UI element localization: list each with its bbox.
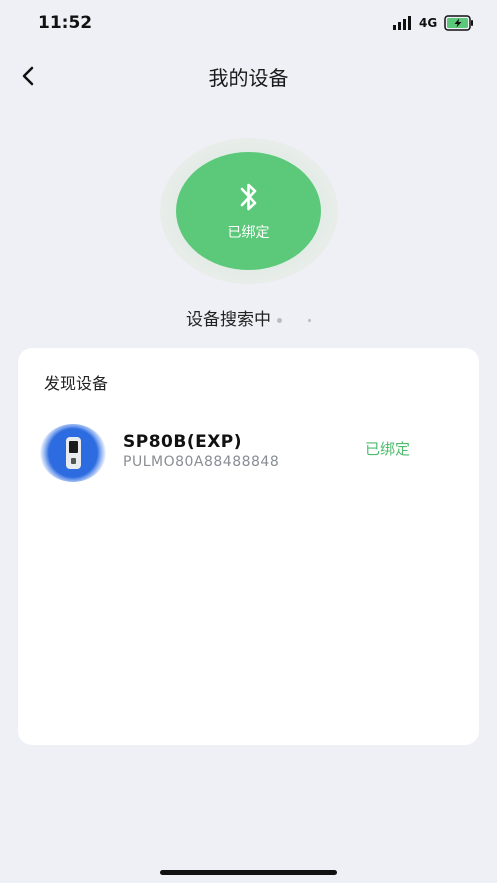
battery-charging-icon [444,15,473,31]
device-list-item[interactable]: SP80B(EXP) PULMO80A88488848 已绑定 [18,420,479,486]
loading-dot [277,317,282,323]
search-status-text: 设备搜索中 [186,310,271,330]
bluetooth-icon [240,183,256,211]
status-time: 11:52 [38,13,93,33]
device-name: SP80B(EXP) [123,432,243,452]
loading-dot [308,318,311,322]
status-bar: 11:52 4G [0,0,497,48]
nav-bar: 我的设备 [0,48,497,104]
discovered-devices-card: 发现设备 SP80B(EXP) PULMO80A88488848 已绑定 [18,348,479,745]
device-id: PULMO80A88488848 [123,454,280,470]
signal-icon [393,16,411,30]
device-button-shape [71,458,76,464]
home-indicator[interactable] [160,870,337,875]
page-title: 我的设备 [208,66,289,90]
device-screen [69,441,78,453]
network-type: 4G [419,16,438,30]
bluetooth-status-button[interactable]: 已绑定 [176,152,321,270]
card-title: 发现设备 [44,374,109,393]
device-bind-status[interactable]: 已绑定 [365,438,410,459]
search-status: 设备搜索中 [0,305,497,330]
oximeter-device-icon [40,424,106,482]
bluetooth-status-label: 已绑定 [227,225,270,241]
